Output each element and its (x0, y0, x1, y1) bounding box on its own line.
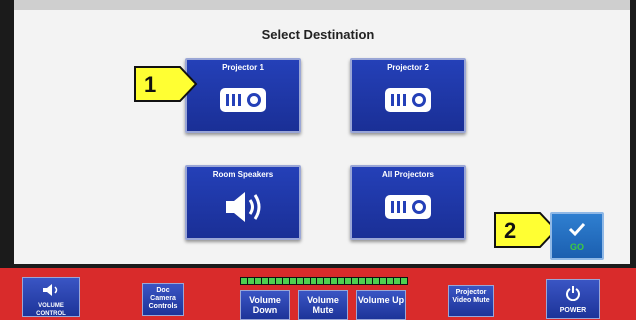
projector-icon (385, 195, 431, 219)
volume-control-label: VOLUME CONTROL (36, 303, 66, 317)
power-label: POWER (559, 307, 587, 314)
callout-1: 1 (134, 66, 198, 102)
volume-control-button[interactable]: VOLUME CONTROL (22, 277, 80, 317)
projector-icon (385, 88, 431, 112)
projector-video-mute-button[interactable]: Projector Video Mute (448, 285, 494, 317)
destination-label: All Projectors (381, 170, 434, 179)
destination-label: Projector 2 (387, 63, 429, 72)
destination-label: Room Speakers (212, 170, 274, 179)
callout-number: 2 (504, 218, 517, 243)
power-icon (566, 286, 580, 302)
volume-down-button[interactable]: Volume Down (240, 290, 290, 320)
doc-camera-controls-button[interactable]: Doc Camera Controls (142, 283, 184, 316)
volume-up-button[interactable]: Volume Up (356, 290, 406, 320)
volume-down-label: Volume Down (249, 295, 281, 315)
projector-video-mute-label: Projector Video Mute (452, 289, 490, 304)
volume-up-label: Volume Up (357, 295, 405, 305)
destination-all-projectors-button[interactable]: All Projectors (350, 165, 466, 240)
checkmark-icon (568, 222, 586, 237)
top-strip (14, 0, 630, 10)
volume-mute-label: Volume Mute (307, 295, 339, 315)
speaker-icon (43, 284, 58, 296)
go-label: GO (569, 242, 584, 252)
page-title: Select Destination (261, 27, 375, 42)
callout-2: 2 (494, 212, 558, 248)
destination-label: Projector 1 (222, 63, 264, 72)
volume-mute-button[interactable]: Volume Mute (298, 290, 348, 320)
callout-number: 1 (144, 72, 157, 97)
doc-camera-label: Doc Camera Controls (148, 287, 178, 310)
speaker-icon (226, 192, 261, 222)
projector-icon (220, 88, 266, 112)
power-button[interactable]: POWER (546, 279, 600, 319)
volume-level-meter (240, 277, 408, 285)
destination-projector-2-button[interactable]: Projector 2 (350, 58, 466, 133)
go-button[interactable]: GO (550, 212, 604, 260)
destination-room-speakers-button[interactable]: Room Speakers (185, 165, 301, 240)
destination-projector-1-button[interactable]: Projector 1 (185, 58, 301, 133)
